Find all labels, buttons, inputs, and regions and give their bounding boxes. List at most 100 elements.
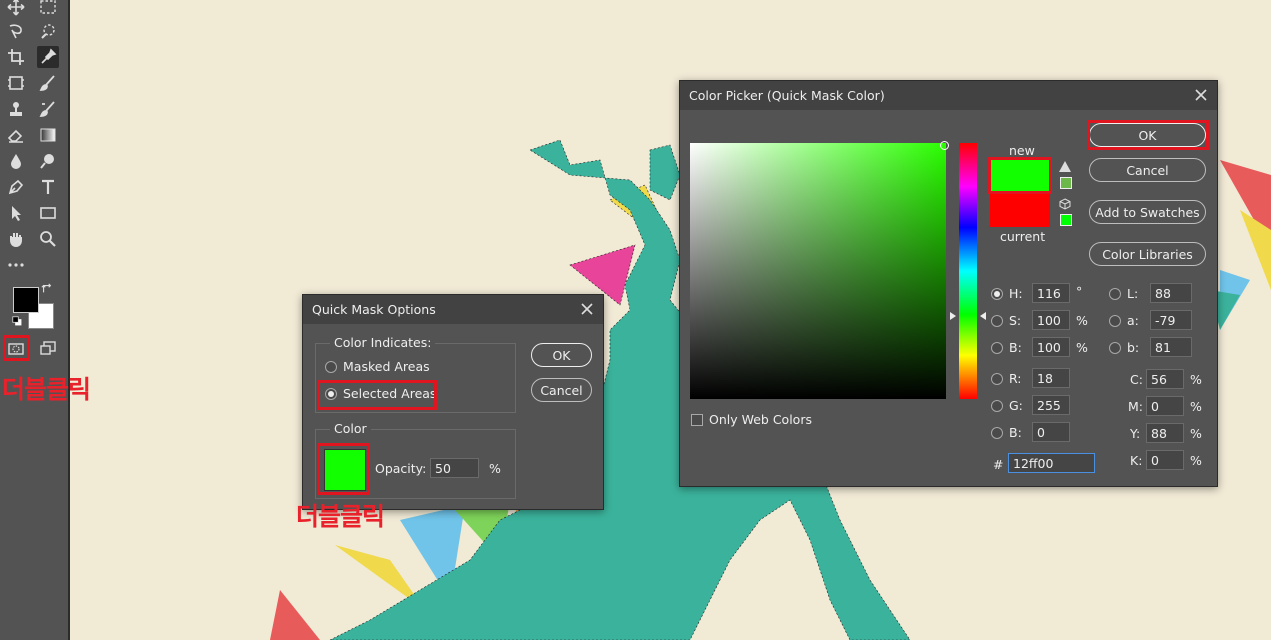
swap-colors-icon[interactable] — [40, 282, 54, 296]
color-picker-cancel-button[interactable]: Cancel — [1089, 158, 1206, 182]
gamut-color-chip[interactable] — [1060, 177, 1072, 189]
only-web-colors-checkbox[interactable] — [691, 414, 703, 426]
color-picker-dialog: Color Picker (Quick Mask Color) new curr… — [679, 80, 1218, 487]
quick-mask-ok-button[interactable]: OK — [531, 343, 592, 367]
clone-stamp-tool-icon[interactable] — [5, 98, 27, 120]
lab-l-radio[interactable] — [1109, 288, 1121, 300]
saturation-unit: % — [1076, 313, 1088, 328]
path-selection-tool-icon[interactable] — [5, 202, 27, 224]
black-label: K: — [1130, 453, 1143, 468]
dodge-tool-icon[interactable] — [37, 150, 59, 172]
red-radio[interactable] — [991, 373, 1003, 385]
saturation-label: S: — [1009, 313, 1022, 328]
lab-a-radio[interactable] — [1109, 315, 1121, 327]
hand-tool-icon[interactable] — [5, 228, 27, 250]
move-tool-icon[interactable] — [5, 0, 27, 18]
ok-button-highlight — [1087, 120, 1209, 150]
hue-input[interactable]: 116 — [1032, 283, 1070, 303]
cyan-unit: % — [1190, 372, 1202, 387]
brightness-unit: % — [1076, 340, 1088, 355]
red-input[interactable]: 18 — [1032, 368, 1070, 388]
blue-input[interactable]: 0 — [1032, 422, 1070, 442]
blue-radio[interactable] — [991, 427, 1003, 439]
pen-tool-icon[interactable] — [5, 176, 27, 198]
masked-areas-label[interactable]: Masked Areas — [343, 359, 430, 374]
hue-label: H: — [1009, 286, 1023, 301]
zoom-tool-icon[interactable] — [37, 228, 59, 250]
hue-radio[interactable] — [991, 288, 1003, 300]
opacity-input[interactable]: 50 — [430, 458, 479, 478]
magenta-label: M: — [1128, 399, 1143, 414]
color-picker-title-bar[interactable]: Color Picker (Quick Mask Color) — [680, 81, 1217, 110]
lab-a-input[interactable]: -79 — [1150, 310, 1192, 330]
hex-input[interactable]: 12ff00 — [1008, 453, 1095, 473]
new-color-highlight — [988, 157, 1052, 194]
brightness-label: B: — [1009, 340, 1022, 355]
hue-slider[interactable] — [959, 143, 977, 399]
web-safe-cube-icon[interactable] — [1059, 198, 1071, 210]
out-of-gamut-warning-icon[interactable] — [1059, 161, 1071, 172]
brightness-input[interactable]: 100 — [1032, 337, 1070, 357]
color-field[interactable] — [690, 143, 946, 399]
frame-tool-icon[interactable] — [5, 72, 27, 94]
web-safe-color-chip[interactable] — [1060, 214, 1072, 226]
rectangle-tool-icon[interactable] — [37, 202, 59, 224]
lab-b-input[interactable]: 81 — [1150, 337, 1192, 357]
cyan-input[interactable]: 56 — [1146, 369, 1184, 389]
blur-tool-icon[interactable] — [5, 150, 27, 172]
eyedropper-tool-icon[interactable] — [37, 46, 59, 68]
default-colors-icon[interactable] — [10, 314, 24, 328]
add-to-swatches-button[interactable]: Add to Swatches — [1089, 200, 1206, 224]
more-tools-icon[interactable] — [5, 254, 27, 276]
magenta-unit: % — [1190, 399, 1202, 414]
color-picker-title: Color Picker (Quick Mask Color) — [689, 88, 885, 103]
lab-l-label: L: — [1127, 286, 1139, 301]
only-web-colors-label[interactable]: Only Web Colors — [709, 412, 812, 427]
current-color-swatch[interactable] — [990, 192, 1050, 227]
crop-tool-icon[interactable] — [5, 46, 27, 68]
new-label: new — [1009, 143, 1035, 158]
hue-slider-right-arrow[interactable] — [980, 312, 986, 320]
yellow-label: Y: — [1130, 426, 1141, 441]
yellow-unit: % — [1190, 426, 1202, 441]
quick-selection-tool-icon[interactable] — [37, 20, 59, 42]
lasso-tool-icon[interactable] — [5, 20, 27, 42]
close-icon[interactable] — [1193, 87, 1209, 103]
magenta-input[interactable]: 0 — [1146, 396, 1184, 416]
hue-slider-left-arrow[interactable] — [950, 312, 956, 320]
red-label: R: — [1009, 371, 1022, 386]
quick-mask-title-bar[interactable]: Quick Mask Options — [303, 295, 603, 324]
double-click-note-color: 더블클릭 — [296, 502, 385, 531]
lab-l-input[interactable]: 88 — [1150, 283, 1192, 303]
saturation-radio[interactable] — [991, 315, 1003, 327]
lab-b-radio[interactable] — [1109, 342, 1121, 354]
saturation-input[interactable]: 100 — [1032, 310, 1070, 330]
gradient-tool-icon[interactable] — [37, 124, 59, 146]
type-tool-icon[interactable] — [37, 176, 59, 198]
close-icon[interactable] — [579, 301, 595, 317]
color-indicates-legend: Color Indicates: — [330, 335, 436, 350]
tools-panel — [0, 0, 70, 640]
yellow-input[interactable]: 88 — [1146, 423, 1184, 443]
current-label: current — [1000, 229, 1046, 244]
foreground-color-swatch[interactable] — [13, 287, 39, 313]
green-input[interactable]: 255 — [1032, 395, 1070, 415]
marquee-tool-icon[interactable] — [37, 0, 59, 18]
mask-color-highlight — [317, 443, 370, 495]
history-brush-tool-icon[interactable] — [37, 98, 59, 120]
color-libraries-button[interactable]: Color Libraries — [1089, 242, 1206, 266]
green-radio[interactable] — [991, 400, 1003, 412]
eraser-tool-icon[interactable] — [5, 124, 27, 146]
screen-mode-icon[interactable] — [37, 338, 59, 360]
lab-a-label: a: — [1127, 313, 1139, 328]
brush-tool-icon[interactable] — [37, 72, 59, 94]
green-label: G: — [1009, 398, 1023, 413]
quick-mask-cancel-button[interactable]: Cancel — [531, 378, 592, 402]
brightness-radio[interactable] — [991, 342, 1003, 354]
cyan-label: C: — [1130, 372, 1143, 387]
masked-areas-radio[interactable] — [325, 361, 337, 373]
color-field-marker[interactable] — [940, 141, 949, 150]
black-input[interactable]: 0 — [1146, 450, 1184, 470]
opacity-label: Opacity: — [375, 461, 427, 476]
lab-b-label: b: — [1127, 340, 1140, 355]
